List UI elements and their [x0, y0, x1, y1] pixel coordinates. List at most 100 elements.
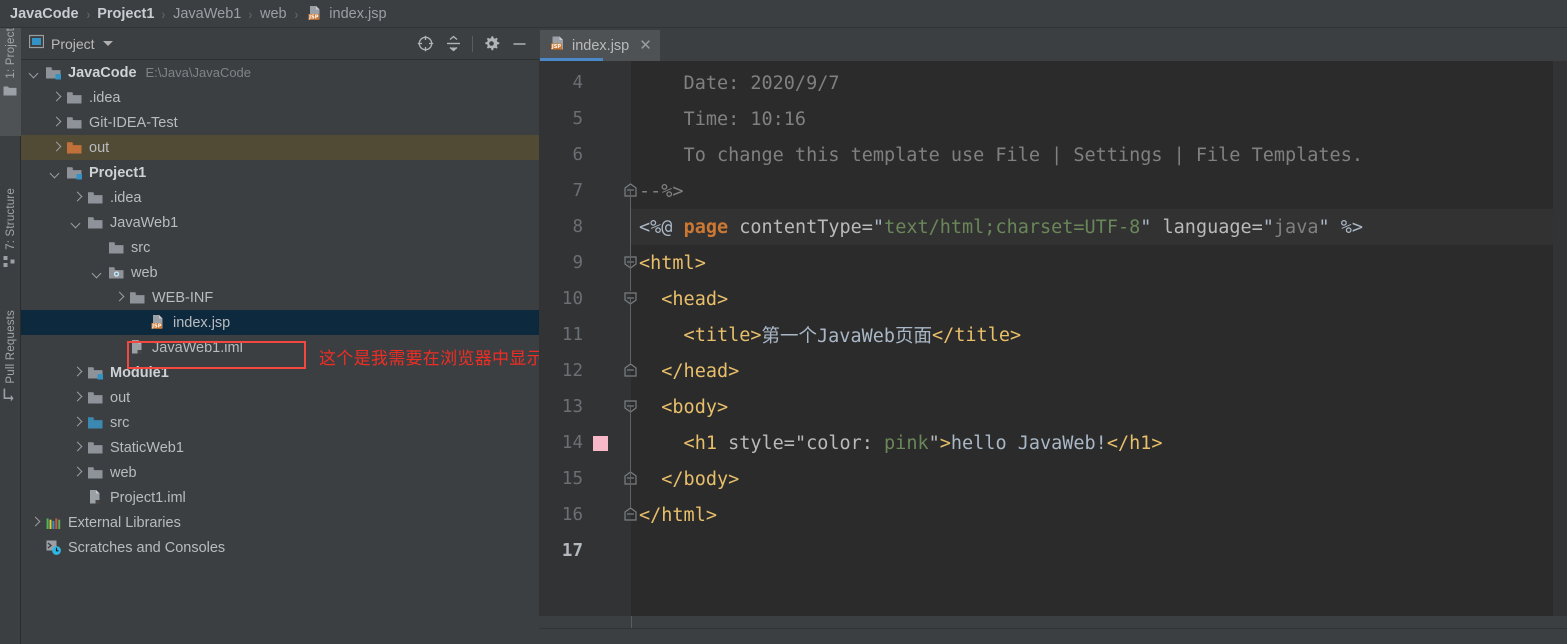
chevron-right-icon[interactable] — [50, 142, 61, 153]
gutter-row[interactable]: 16 — [539, 497, 631, 533]
code-line[interactable]: <title> 第一个JavaWeb页面 </title> — [631, 317, 1022, 353]
tree-node-web-inf[interactable]: WEB-INF — [21, 285, 539, 310]
breadcrumb-item-web[interactable]: web — [260, 6, 287, 22]
chevron-right-icon[interactable] — [50, 117, 61, 128]
chevron-down-icon[interactable] — [71, 217, 82, 228]
gutter-row[interactable]: 11 — [539, 317, 631, 353]
chevron-down-icon[interactable] — [92, 267, 103, 278]
tree-node-out[interactable]: out — [21, 135, 539, 160]
gutter-row[interactable]: 7 — [539, 173, 631, 209]
chevron-right-icon[interactable] — [71, 442, 82, 453]
code-line[interactable]: <head> — [631, 281, 728, 317]
line-number: 15 — [561, 469, 583, 489]
breadcrumb-item-index-jsp[interactable]: index.jsp — [329, 6, 386, 22]
horizontal-scrollbar[interactable] — [539, 616, 1567, 628]
code-line[interactable]: --%> — [631, 173, 684, 209]
iml-file-icon — [129, 339, 146, 356]
tree-node-label: StaticWeb1 — [110, 439, 184, 456]
breadcrumb-item-javacode[interactable]: JavaCode — [10, 6, 79, 22]
code-line[interactable]: <html> — [631, 245, 706, 281]
chevron-right-icon[interactable] — [113, 292, 124, 303]
line-number: 17 — [561, 541, 583, 561]
code-line[interactable]: </body> — [631, 461, 739, 497]
tree-node-label: web — [131, 264, 158, 281]
close-icon[interactable]: ✕ — [639, 38, 652, 53]
code-token: </body> — [639, 468, 740, 490]
tree-node-index-jsp[interactable]: JSP index.jsp — [21, 310, 539, 335]
code-token: %> — [1329, 216, 1364, 238]
tool-button-pull-requests[interactable]: Pull Requests — [0, 310, 21, 440]
code-line[interactable]: <body> — [631, 389, 728, 425]
tree-node-label: out — [110, 389, 131, 406]
editor-tab-index-jsp[interactable]: JSP index.jsp ✕ — [540, 30, 660, 61]
tree-node-git-idea-test[interactable]: Git-IDEA-Test — [21, 110, 539, 135]
code-line[interactable]: </head> — [631, 353, 739, 389]
tool-button-7-structure[interactable]: 7: Structure — [0, 188, 21, 300]
chevron-down-icon[interactable] — [29, 67, 40, 78]
collapse-all-icon[interactable] — [444, 34, 463, 53]
code-line[interactable]: To change this template use File | Setti… — [631, 137, 1363, 173]
gutter-row[interactable]: 15 — [539, 461, 631, 497]
tree-node-out[interactable]: out — [21, 385, 539, 410]
gear-icon[interactable] — [482, 34, 501, 53]
tool-button-1-project[interactable]: 1: Project — [0, 28, 21, 136]
tree-node-project1-iml[interactable]: Project1.iml — [21, 485, 539, 510]
chevron-down-icon[interactable] — [102, 41, 113, 46]
code-line[interactable]: </html> — [631, 497, 717, 533]
chevron-right-icon[interactable] — [50, 92, 61, 103]
gutter-row[interactable]: 17 — [539, 533, 631, 569]
code-line[interactable] — [631, 533, 639, 569]
crosshair-icon[interactable] — [416, 34, 435, 53]
editor-gutter[interactable]: 4 5 6 7 8 9 10 11 12 13 14 15 16 17 — [539, 61, 631, 616]
code-line[interactable]: <h1 style= "color: pink " > hello JavaWeb! </… — [631, 425, 1163, 461]
tree-node-web[interactable]: web — [21, 260, 539, 285]
breadcrumb-separator: › — [248, 5, 253, 22]
gutter-divider — [631, 616, 632, 628]
gutter-row[interactable]: 6 — [539, 137, 631, 173]
project-view-icon — [28, 34, 45, 54]
chevron-right-icon[interactable] — [71, 192, 82, 203]
gutter-row[interactable]: 13 — [539, 389, 631, 425]
chevron-down-icon[interactable] — [50, 167, 61, 178]
chevron-right-icon[interactable] — [71, 392, 82, 403]
tree-node-src[interactable]: src — [21, 235, 539, 260]
gutter-row[interactable]: 8 — [539, 209, 631, 245]
code-content[interactable]: Date: 2020/9/7 Time: 10:16 To change thi… — [631, 61, 1567, 616]
tree-node-project1[interactable]: Project1 — [21, 160, 539, 185]
code-token: <html> — [639, 252, 706, 274]
chevron-right-icon[interactable] — [29, 517, 40, 528]
gutter-row[interactable]: 5 — [539, 101, 631, 137]
code-token: hello JavaWeb! — [950, 432, 1107, 454]
tree-node--idea[interactable]: .idea — [21, 185, 539, 210]
gutter-row[interactable]: 12 — [539, 353, 631, 389]
tree-node-src[interactable]: src — [21, 410, 539, 435]
gutter-row[interactable]: 9 — [539, 245, 631, 281]
code-line[interactable]: Time: 10:16 — [631, 101, 807, 137]
chevron-right-icon[interactable] — [71, 417, 82, 428]
project-panel-title: Project — [51, 35, 95, 52]
code-line[interactable]: <%@ page contentType= " text/html;charset=… — [631, 209, 1567, 245]
gutter-row[interactable]: 10 — [539, 281, 631, 317]
tree-node-staticweb1[interactable]: StaticWeb1 — [21, 435, 539, 460]
code-editor[interactable]: 4 5 6 7 8 9 10 11 12 13 14 15 16 17 Date: 2020/9/7 Ti… — [539, 61, 1567, 616]
tree-node-label: Git-IDEA-Test — [89, 114, 178, 131]
breadcrumb-item-project1[interactable]: Project1 — [97, 6, 154, 22]
tree-node-web[interactable]: web — [21, 460, 539, 485]
minimize-icon[interactable] — [510, 34, 529, 53]
marker-lane[interactable] — [1553, 61, 1567, 616]
code-token: To change this template use File | Setti… — [639, 144, 1363, 166]
breadcrumb-item-javaweb1[interactable]: JavaWeb1 — [173, 6, 241, 22]
tree-node-javaweb1[interactable]: JavaWeb1 — [21, 210, 539, 235]
tree-node-scratches-and-consoles[interactable]: Scratches and Consoles — [21, 535, 539, 560]
gutter-row[interactable]: 14 — [539, 425, 631, 461]
chevron-right-icon[interactable] — [71, 467, 82, 478]
color-swatch-gutter-icon[interactable] — [593, 435, 608, 451]
folder-icon — [87, 189, 104, 206]
tree-node--idea[interactable]: .idea — [21, 85, 539, 110]
gutter-row[interactable]: 4 — [539, 65, 631, 101]
tree-node-javacode[interactable]: JavaCode E:\Java\JavaCode — [21, 60, 539, 85]
tree-node-external-libraries[interactable]: External Libraries — [21, 510, 539, 535]
code-line[interactable]: Date: 2020/9/7 — [631, 65, 840, 101]
chevron-right-icon[interactable] — [71, 367, 82, 378]
